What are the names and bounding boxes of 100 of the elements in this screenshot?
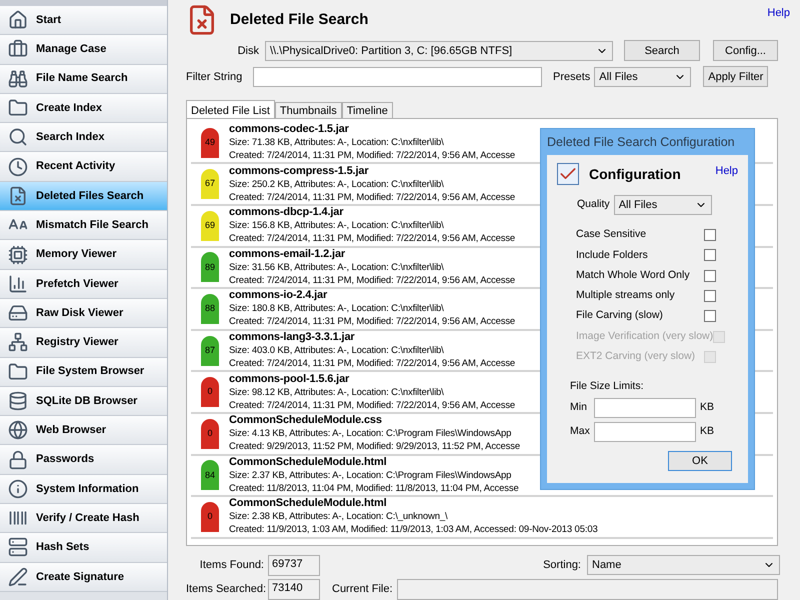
file-details: Size: 2.37 KB, Attributes: A-, Location: C:\Program Files\WindowsApp (229, 468, 512, 482)
file-details: Size: 180.8 KB, Attributes: A-, Location: C:\nxfilter\lib\ (229, 302, 445, 316)
sidebar-item[interactable]: Prefetch Viewer (0, 270, 167, 299)
tab[interactable]: Deleted File List (186, 100, 275, 118)
file-dates: Created: 7/24/2014, 11:31 PM, Modified: 7/22/2014, 9:56 AM, Accesse (229, 398, 516, 412)
file-name: commons-compress-1.5.jar (229, 164, 370, 178)
items-found-field: 69737 (268, 554, 320, 576)
file-name: CommonScheduleModule.css (229, 414, 383, 428)
network-icon (8, 332, 28, 352)
sorting-dropdown[interactable]: Name (587, 555, 780, 576)
option-label: Match Whole Word Only (576, 268, 690, 283)
presets-dropdown[interactable]: All Files (594, 66, 692, 87)
min-field[interactable] (594, 398, 696, 418)
checkbox[interactable] (704, 249, 716, 262)
sidebar-item[interactable]: SQLite DB Browser (0, 386, 167, 416)
house-icon (8, 10, 28, 30)
sidebar-item[interactable]: File Name Search (0, 64, 167, 94)
section-label: File Size Limits: (570, 379, 645, 394)
hard-drive-icon (8, 303, 28, 324)
option-label: Case Sensitive (576, 227, 646, 242)
field-label: Items Found: (198, 558, 264, 573)
unit-label: KB (700, 424, 714, 440)
ok-button[interactable]: OK (668, 450, 732, 471)
score-light: 0 (201, 502, 219, 532)
file-dates: Created: 11/8/2013, 11:04 PM, Modified: 11/8/2013, 11:04 PM, Accesse (229, 482, 519, 495)
help-link[interactable]: Help (715, 163, 738, 180)
server-icon (8, 537, 28, 558)
checkbox[interactable] (704, 270, 716, 282)
option-label: EXT2 Carving (very slow) (576, 349, 696, 364)
file-dates: Created: 7/24/2014, 11:31 PM, Modified: 7/22/2014, 9:56 AM, Accesse (229, 190, 516, 204)
option-label: Multiple streams only (576, 288, 675, 304)
file-name: CommonScheduleModule.html (229, 497, 388, 510)
pen-icon (8, 566, 28, 587)
database-icon (8, 391, 28, 411)
checklist-icon (557, 163, 579, 185)
tab[interactable]: Thumbnails (274, 102, 342, 118)
unit-label: KB (700, 400, 714, 416)
quality-dropdown[interactable]: All Files (614, 195, 712, 215)
sidebar-item[interactable]: Passwords (0, 445, 167, 475)
file-details: Size: 403.0 KB, Attributes: A-, Location: C:\nxfilter\lib\ (229, 344, 445, 358)
filter-field[interactable] (253, 66, 542, 87)
help-link[interactable]: Help (767, 5, 790, 22)
field-label: Filter String (186, 70, 244, 85)
briefcase-icon (8, 39, 28, 60)
sidebar-item[interactable]: Web Browser (0, 416, 167, 446)
file-dates: Created: 7/24/2014, 11:31 PM, Modified: 7/22/2014, 9:56 AM, Accesse (229, 232, 516, 246)
tab[interactable]: Timeline (342, 102, 393, 118)
option-label: File Carving (slow) (576, 308, 663, 324)
file-name: CommonScheduleModule.html (229, 456, 388, 469)
file-name: commons-pool-1.5.6.jar (229, 372, 350, 386)
sidebar-item[interactable]: Registry Viewer (0, 328, 167, 358)
disk-dropdown[interactable]: \\.\PhysicalDrive0: Partition 3, C: [96.65GB NTFS] (265, 40, 613, 61)
page-title: Deleted File Search (230, 10, 368, 30)
sidebar-item[interactable]: Mismatch File Search (0, 211, 167, 240)
sidebar-item[interactable]: Create Index (0, 94, 167, 124)
sidebar-item[interactable]: Manage Case (0, 35, 167, 65)
field-label: Items Searched: (186, 582, 264, 597)
checkbox[interactable] (704, 229, 716, 242)
sidebar-item[interactable]: Create Signature (0, 562, 167, 592)
padlock-icon (8, 450, 28, 470)
sidebar-item[interactable]: Raw Disk Viewer (0, 298, 167, 328)
sidebar-item[interactable]: File System Browser (0, 358, 167, 387)
checkbox[interactable] (704, 290, 716, 302)
info-icon (8, 478, 28, 499)
file-dates: Created: 9/29/2013, 11:52 PM, Modified: 9/29/2013, 11:52 PM, Accesse (229, 440, 520, 454)
sidebar-item[interactable]: Verify / Create Hash (0, 504, 167, 534)
button[interactable]: Config... (713, 40, 778, 62)
clock-icon (8, 156, 28, 177)
score-light: 88 (201, 294, 219, 324)
file-name: commons-dbcp-1.4.jar (229, 206, 344, 220)
field-label: Presets (553, 70, 590, 85)
checkbox[interactable] (704, 310, 716, 322)
button[interactable]: Apply Filter (703, 66, 768, 88)
sidebar-item[interactable]: System Information (0, 474, 167, 504)
sidebar-item[interactable]: Deleted Files Search (0, 182, 167, 212)
field-label: Sorting: (543, 558, 581, 573)
score-light: 0 (201, 418, 219, 449)
file-details: Size: 31.56 KB, Attributes: A-, Location: C:\nxfilter\lib\ (229, 260, 445, 274)
score-light: 84 (201, 460, 219, 490)
sidebar-item[interactable]: Memory Viewer (0, 240, 167, 270)
sidebar-item[interactable]: Hash Sets (0, 533, 167, 563)
option-label: Include Folders (576, 248, 648, 263)
button[interactable]: Search (624, 40, 700, 62)
dialog-heading: Configuration (589, 164, 681, 184)
file-details: Size: 71.38 KB, Attributes: A-, Location: C:\nxfilter\lib\ (229, 136, 445, 150)
sidebar-item[interactable]: Recent Activity (0, 152, 167, 182)
score-light: 0 (201, 377, 219, 408)
search-icon (8, 127, 28, 148)
field-label: Quality (577, 197, 610, 212)
max-field[interactable] (594, 422, 696, 442)
file-name: commons-io-2.4.jar (229, 289, 328, 302)
file-dates: Created: 7/24/2014, 11:31 PM, Modified: 7/22/2014, 9:56 AM, Accesse (229, 315, 516, 328)
file-dates: Created: 11/9/2013, 1:03 AM, Modified: 11/9/2013, 1:03 AM, Accessed: 09-Nov-2013 05:03 (229, 523, 598, 536)
score-light: 87 (201, 336, 219, 366)
score-light: 89 (201, 252, 219, 282)
sidebar-item[interactable]: Search Index (0, 123, 167, 152)
file-details: Size: 98.12 KB, Attributes: A-, Location: C:\nxfilter\lib\ (229, 386, 445, 399)
score-light: 49 (201, 128, 219, 158)
dialog-title: Deleted File Search Configuration (547, 134, 736, 151)
sidebar-item[interactable]: Start (0, 6, 167, 36)
